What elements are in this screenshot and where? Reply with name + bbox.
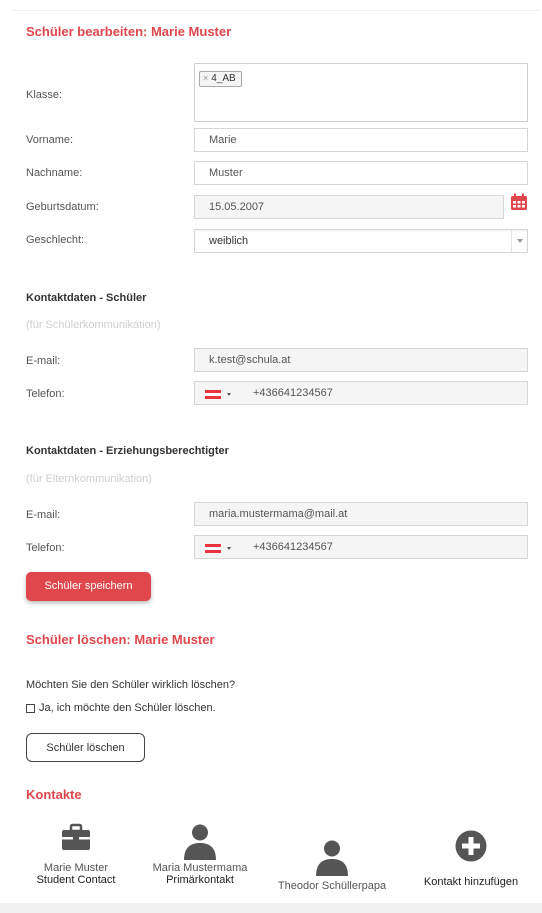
contact-name: Maria Mustermama xyxy=(152,862,248,874)
guardian-phone-label: Telefon: xyxy=(26,542,65,554)
geschlecht-selected-value: weiblich xyxy=(209,235,249,247)
student-email-field[interactable]: k.test@schula.at xyxy=(194,348,528,372)
delete-student-button[interactable]: Schüler löschen xyxy=(26,733,145,762)
save-student-button[interactable]: Schüler speichern xyxy=(26,572,151,601)
geburtsdatum-label: Geburtsdatum: xyxy=(26,201,99,213)
delete-confirm-checkbox[interactable] xyxy=(26,704,35,713)
vorname-label: Vorname: xyxy=(26,134,74,146)
austria-flag-icon[interactable] xyxy=(205,544,221,553)
nachname-label: Nachname: xyxy=(26,167,83,179)
guardian-contact-title: Kontaktdaten - Erziehungsberechtigter xyxy=(26,445,229,457)
student-phone-label: Telefon: xyxy=(26,388,65,400)
delete-confirm-label[interactable]: Ja, ich möchte den Schüler löschen. xyxy=(39,702,216,714)
chevron-down-icon[interactable] xyxy=(511,230,527,252)
geburtsdatum-field[interactable]: 15.05.2007 xyxy=(194,195,504,219)
student-phone-value: +436641234567 xyxy=(253,387,333,399)
guardian-phone-field[interactable]: +436641234567 xyxy=(194,535,528,559)
guardian-phone-value: +436641234567 xyxy=(253,541,333,553)
contact-role: Primärkontakt xyxy=(166,874,234,886)
add-contact-label: Kontakt hinzufügen xyxy=(423,876,519,888)
contact-card[interactable]: Maria Mustermama Primärkontakt xyxy=(141,824,259,886)
caret-down-icon[interactable] xyxy=(227,393,231,396)
briefcase-icon xyxy=(62,823,90,850)
delete-question: Möchten Sie den Schüler wirklich löschen… xyxy=(26,679,236,691)
contacts-title: Kontakte xyxy=(26,787,82,802)
plus-circle-icon xyxy=(455,830,487,862)
delete-title: Schüler löschen: Marie Muster xyxy=(26,632,215,647)
klasse-multiselect[interactable] xyxy=(194,63,528,122)
person-icon xyxy=(316,840,348,876)
guardian-email-field[interactable]: maria.mustermama@mail.at xyxy=(194,502,528,526)
contact-name: Theodor Schüllerpapa xyxy=(277,880,387,892)
contact-card[interactable]: Marie Muster Student Contact xyxy=(36,822,116,886)
contact-name: Marie Muster xyxy=(43,862,109,874)
geschlecht-label: Geschlecht: xyxy=(26,234,85,246)
contact-role: Student Contact xyxy=(36,874,116,886)
tag-remove-icon[interactable]: × xyxy=(203,73,208,83)
nachname-field[interactable]: Muster xyxy=(194,161,528,185)
guardian-email-label: E-mail: xyxy=(26,509,61,521)
person-icon xyxy=(184,824,216,860)
calendar-icon[interactable] xyxy=(510,193,528,211)
student-email-label: E-mail: xyxy=(26,355,61,367)
klasse-tag-label: 4_AB xyxy=(211,73,236,84)
student-phone-field[interactable]: +436641234567 xyxy=(194,381,528,405)
student-contact-hint: (für Schülerkommunikation) xyxy=(26,319,161,331)
guardian-contact-hint: (für Elternkommunikation) xyxy=(26,473,152,485)
klasse-label: Klasse: xyxy=(26,89,63,101)
add-contact-button[interactable]: Kontakt hinzufügen xyxy=(409,830,533,888)
student-contact-title: Kontaktdaten - Schüler xyxy=(26,292,147,304)
contact-card[interactable]: Theodor Schüllerpapa xyxy=(266,840,398,892)
caret-down-icon[interactable] xyxy=(227,547,231,550)
vorname-field[interactable]: Marie xyxy=(194,128,528,152)
page-footer-strip xyxy=(0,903,542,913)
geschlecht-select[interactable]: weiblich xyxy=(194,229,528,253)
klasse-tag: × 4_AB xyxy=(199,71,242,87)
edit-title: Schüler bearbeiten: Marie Muster xyxy=(26,24,232,39)
austria-flag-icon[interactable] xyxy=(205,390,221,399)
